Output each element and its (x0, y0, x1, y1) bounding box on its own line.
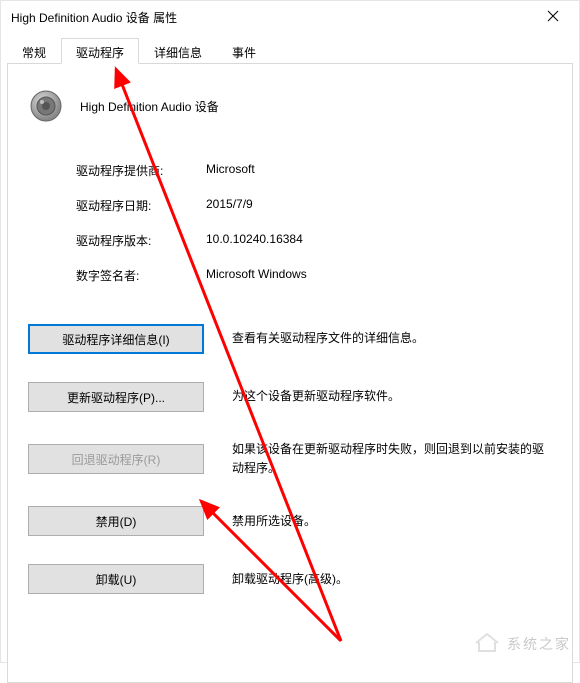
info-row-signer: 数字签名者: Microsoft Windows (76, 267, 552, 284)
device-name: High Definition Audio 设备 (80, 98, 219, 115)
tab-general[interactable]: 常规 (7, 38, 61, 64)
provider-value: Microsoft (206, 162, 255, 179)
date-value: 2015/7/9 (206, 197, 253, 214)
close-icon (547, 9, 559, 25)
uninstall-button[interactable]: 卸载(U) (28, 564, 204, 594)
rollback-driver-desc: 如果该设备在更新驱动程序时失败，则回退到以前安装的驱动程序。 (232, 440, 552, 478)
signer-label: 数字签名者: (76, 267, 206, 284)
action-row-update: 更新驱动程序(P)... 为这个设备更新驱动程序软件。 (28, 382, 552, 412)
version-label: 驱动程序版本: (76, 232, 206, 249)
watermark: 系统之家 (473, 631, 571, 656)
action-row-rollback: 回退驱动程序(R) 如果该设备在更新驱动程序时失败，则回退到以前安装的驱动程序。 (28, 440, 552, 478)
driver-info: 驱动程序提供商: Microsoft 驱动程序日期: 2015/7/9 驱动程序… (76, 162, 552, 284)
watermark-text: 系统之家 (507, 634, 571, 654)
action-row-uninstall: 卸载(U) 卸载驱动程序(高级)。 (28, 564, 552, 594)
disable-desc: 禁用所选设备。 (232, 512, 552, 531)
action-row-disable: 禁用(D) 禁用所选设备。 (28, 506, 552, 536)
window-title: High Definition Audio 设备 属性 (11, 9, 533, 26)
tab-driver[interactable]: 驱动程序 (61, 38, 139, 64)
update-driver-button[interactable]: 更新驱动程序(P)... (28, 382, 204, 412)
info-row-version: 驱动程序版本: 10.0.10240.16384 (76, 232, 552, 249)
close-button[interactable] (533, 3, 573, 31)
rollback-driver-button: 回退驱动程序(R) (28, 444, 204, 474)
version-value: 10.0.10240.16384 (206, 232, 303, 249)
update-driver-desc: 为这个设备更新驱动程序软件。 (232, 387, 552, 406)
driver-details-desc: 查看有关驱动程序文件的详细信息。 (232, 329, 552, 348)
uninstall-desc: 卸载驱动程序(高级)。 (232, 570, 552, 589)
signer-value: Microsoft Windows (206, 267, 307, 284)
action-row-details: 驱动程序详细信息(I) 查看有关驱动程序文件的详细信息。 (28, 324, 552, 354)
info-row-date: 驱动程序日期: 2015/7/9 (76, 197, 552, 214)
driver-details-button[interactable]: 驱动程序详细信息(I) (28, 324, 204, 354)
tab-events[interactable]: 事件 (217, 38, 271, 64)
titlebar: High Definition Audio 设备 属性 (1, 1, 579, 33)
tab-details[interactable]: 详细信息 (139, 38, 217, 64)
tab-bar: 常规 驱动程序 详细信息 事件 (1, 33, 579, 63)
house-icon (473, 631, 501, 656)
provider-label: 驱动程序提供商: (76, 162, 206, 179)
disable-button[interactable]: 禁用(D) (28, 506, 204, 536)
device-header: High Definition Audio 设备 (28, 88, 552, 124)
action-rows: 驱动程序详细信息(I) 查看有关驱动程序文件的详细信息。 更新驱动程序(P)..… (28, 324, 552, 594)
tab-content: High Definition Audio 设备 驱动程序提供商: Micros… (7, 63, 573, 683)
date-label: 驱动程序日期: (76, 197, 206, 214)
info-row-provider: 驱动程序提供商: Microsoft (76, 162, 552, 179)
speaker-icon (28, 88, 64, 124)
